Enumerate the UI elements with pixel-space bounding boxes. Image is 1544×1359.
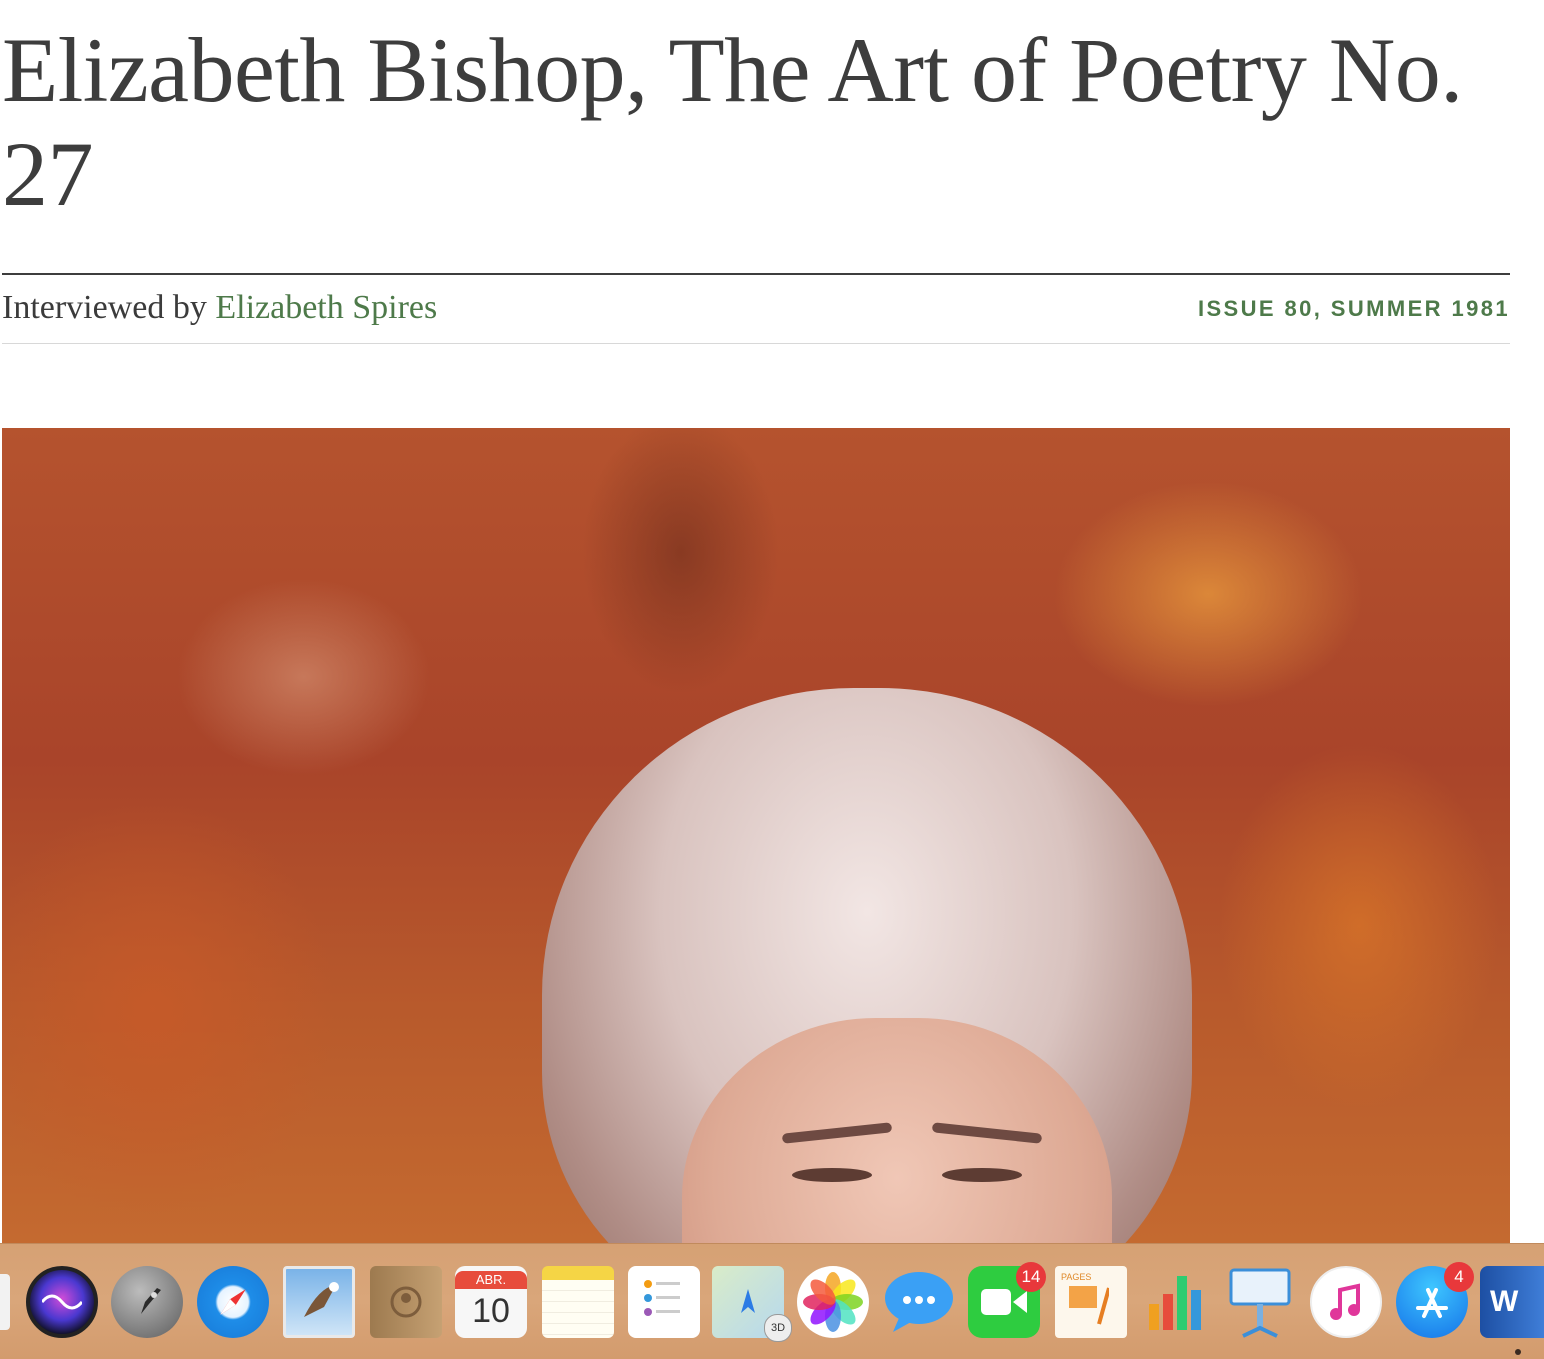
mail-icon[interactable] — [283, 1266, 355, 1338]
issue-link[interactable]: ISSUE 80, SUMMER 1981 — [1198, 296, 1510, 322]
facetime-badge: 14 — [1016, 1262, 1046, 1292]
author-link[interactable]: Elizabeth Spires — [215, 289, 437, 326]
pages-label: PAGES — [1061, 1272, 1092, 1282]
word-letter: W — [1490, 1285, 1519, 1318]
app-store-icon[interactable]: 4 — [1396, 1262, 1474, 1338]
calendar-day: 10 — [472, 1292, 510, 1330]
dock: ABR. 10 3D 14 PAGES 4 W — [0, 1243, 1544, 1359]
byline-divider — [2, 343, 1510, 344]
calendar-icon[interactable]: ABR. 10 — [455, 1266, 527, 1338]
photo-eye-right — [942, 1168, 1022, 1182]
itunes-icon[interactable] — [1310, 1266, 1382, 1338]
title-divider — [2, 273, 1510, 275]
word-icon[interactable]: W — [1480, 1266, 1544, 1338]
facetime-icon[interactable]: 14 — [968, 1262, 1046, 1338]
word-running-indicator — [1515, 1349, 1521, 1355]
byline: Interviewed by Elizabeth Spires — [2, 286, 437, 330]
photo-eye-left — [792, 1168, 872, 1182]
byline-prefix: Interviewed by — [2, 289, 216, 326]
app-store-badge: 4 — [1444, 1262, 1474, 1292]
finder-icon-partial[interactable] — [0, 1274, 10, 1330]
maps-3d-label: 3D — [764, 1314, 792, 1342]
contacts-icon[interactable] — [370, 1266, 442, 1338]
photos-icon[interactable] — [797, 1266, 869, 1338]
author-photo — [2, 428, 1510, 1258]
calendar-month: ABR. — [455, 1271, 527, 1289]
launchpad-icon[interactable] — [111, 1266, 183, 1338]
pages-icon[interactable]: PAGES — [1055, 1266, 1127, 1338]
notes-icon[interactable] — [542, 1266, 614, 1338]
safari-icon[interactable] — [197, 1266, 269, 1338]
keynote-icon[interactable] — [1224, 1266, 1296, 1338]
numbers-icon[interactable] — [1139, 1266, 1211, 1338]
messages-icon[interactable] — [883, 1266, 955, 1338]
siri-icon[interactable] — [26, 1266, 98, 1338]
article-title: Elizabeth Bishop, The Art of Poetry No. … — [2, 19, 1463, 225]
reminders-icon[interactable] — [628, 1266, 700, 1338]
maps-icon[interactable]: 3D — [712, 1266, 792, 1342]
